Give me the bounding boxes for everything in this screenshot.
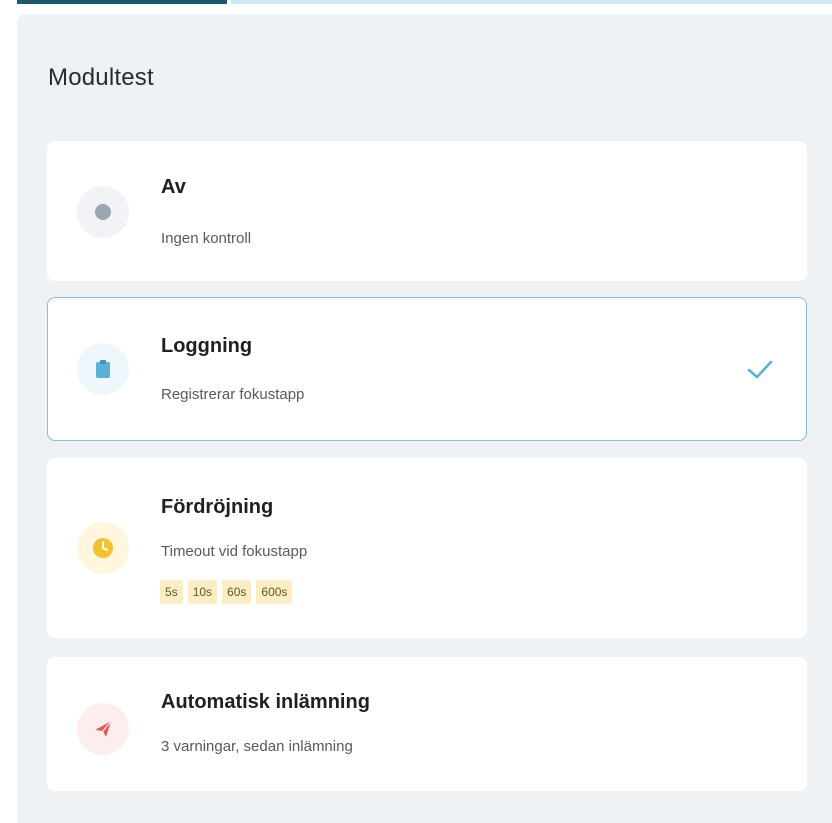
option-description: Registrerar fokustapp (161, 386, 305, 403)
timeout-chip[interactable]: 600s (256, 580, 293, 604)
option-title: Automatisk inlämning (161, 691, 370, 713)
option-description: Timeout vid fokustapp (161, 543, 308, 560)
option-card-automatisk-inlamning[interactable]: Automatisk inlämning 3 varningar, sedan … (47, 657, 807, 791)
option-title: Av (161, 176, 186, 198)
timeout-chip[interactable]: 5s (160, 580, 183, 604)
option-title: Fördröjning (161, 496, 274, 518)
send-icon (77, 703, 129, 755)
option-card-fordrojning[interactable]: Fördröjning Timeout vid fokustapp 5s 10s… (47, 458, 807, 638)
option-card-av[interactable]: Av Ingen kontroll (47, 141, 807, 281)
option-description: Ingen kontroll (161, 230, 252, 247)
timeout-chips: 5s 10s 60s 600s (160, 580, 293, 604)
clock-icon (77, 522, 129, 574)
clipboard-icon (77, 343, 129, 395)
header-strip-right (231, 0, 832, 4)
option-card-loggning[interactable]: Loggning Registrerar fokustapp (47, 297, 807, 441)
dot-icon (77, 186, 129, 238)
timeout-chip[interactable]: 60s (222, 580, 252, 604)
checkmark-icon (747, 360, 773, 379)
timeout-chip[interactable]: 10s (187, 580, 218, 604)
option-description: 3 varningar, sedan inlämning (161, 738, 353, 755)
option-title: Loggning (161, 335, 253, 357)
panel-title: Modultest (48, 64, 154, 91)
header-strip (17, 0, 227, 4)
module-test-panel: Modultest Av Ingen kontroll Loggning Reg… (17, 14, 832, 823)
